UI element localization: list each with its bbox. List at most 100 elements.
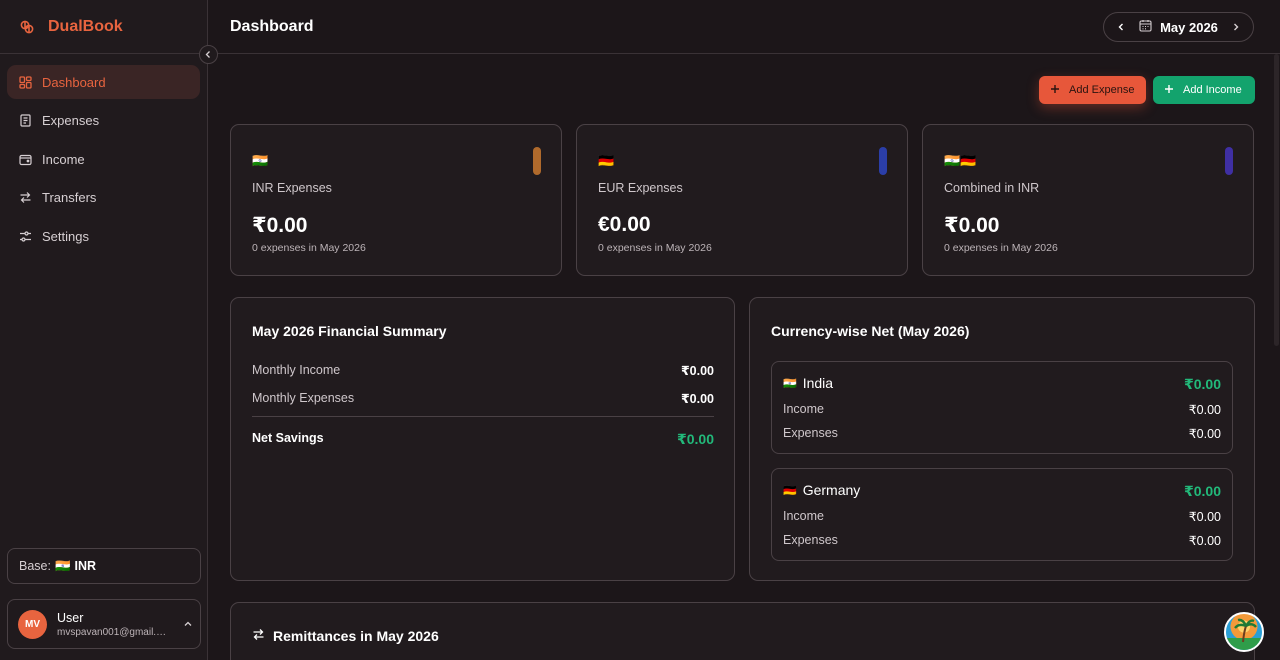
summary-row-net-savings: Net Savings ₹0.00 (252, 431, 714, 448)
summary-label: Net Savings (252, 431, 324, 445)
country-row-value: ₹0.00 (1188, 403, 1221, 417)
summary-divider (252, 416, 714, 417)
user-email: mvspavan001@gmail.com (57, 626, 169, 638)
logo-icon (18, 18, 36, 36)
chevron-up-icon (183, 617, 193, 632)
country-row-label: Expenses (783, 533, 838, 547)
summary-row-income: Monthly Income ₹0.00 (252, 363, 714, 378)
stat-value: €0.00 (598, 213, 651, 236)
chevron-left-icon[interactable] (1116, 20, 1126, 35)
add-expense-label: Add Expense (1069, 84, 1135, 96)
sidebar-item-expenses[interactable]: Expenses (7, 104, 200, 138)
country-net: ₹0.00 (1184, 376, 1221, 392)
stat-card-eur-expenses: 🇩🇪 EUR Expenses €0.00 0 expenses in May … (576, 124, 908, 276)
country-row-income: Income ₹0.00 (783, 509, 1221, 524)
summary-value: ₹0.00 (680, 392, 714, 406)
add-income-label: Add Income (1183, 84, 1242, 96)
stat-card-combined-inr: 🇮🇳🇩🇪 Combined in INR ₹0.00 0 expenses in… (922, 124, 1254, 276)
stat-value: ₹0.00 (944, 214, 1000, 237)
country-flag: 🇮🇳 (783, 377, 797, 390)
country-header: 🇮🇳 India (783, 375, 833, 391)
stat-accent-bar (879, 147, 887, 175)
country-name: India (802, 375, 834, 391)
floating-assistant-button[interactable] (1224, 612, 1264, 652)
calendar-icon (1139, 19, 1152, 35)
plus-icon (1050, 84, 1060, 97)
scroll-thumb[interactable] (1274, 54, 1279, 346)
currency-net-title: Currency-wise Net (May 2026) (771, 323, 970, 339)
stat-subtitle: 0 expenses in May 2026 (944, 242, 1058, 254)
user-info: User mvspavan001@gmail.com (57, 611, 169, 638)
remittances-title: Remittances in May 2026 (273, 628, 439, 644)
sidebar: DualBook Dashboard Expenses Income Trans… (0, 0, 208, 660)
collapse-sidebar-button[interactable] (199, 45, 218, 64)
month-picker: May 2026 (1103, 12, 1254, 42)
country-net: ₹0.00 (1184, 483, 1221, 499)
country-flag: 🇩🇪 (783, 484, 797, 497)
base-flag: 🇮🇳 (54, 558, 71, 573)
transfer-icon (252, 628, 265, 644)
sidebar-item-label: Transfers (42, 190, 97, 205)
top-header: Dashboard May 2026 (209, 0, 1280, 54)
add-expense-button[interactable]: Add Expense (1039, 76, 1146, 104)
country-row-value: ₹0.00 (1188, 510, 1221, 524)
country-box-india: 🇮🇳 India ₹0.00 Income ₹0.00 Expenses ₹0.… (771, 361, 1233, 454)
sidebar-item-dashboard[interactable]: Dashboard (7, 65, 200, 99)
currency-net-card: Currency-wise Net (May 2026) 🇮🇳 India ₹0… (749, 297, 1255, 581)
plus-icon (1164, 84, 1174, 97)
stat-label: EUR Expenses (598, 181, 683, 195)
stat-flag: 🇮🇳 (252, 153, 269, 168)
transfer-icon (18, 191, 32, 205)
country-row-label: Income (783, 509, 824, 523)
sidebar-item-income[interactable]: Income (7, 142, 200, 176)
country-row-label: Income (783, 402, 824, 416)
dashboard-icon (18, 75, 32, 89)
page-title: Dashboard (230, 17, 314, 35)
financial-summary-card: May 2026 Financial Summary Monthly Incom… (230, 297, 735, 581)
country-box-germany: 🇩🇪 Germany ₹0.00 Income ₹0.00 Expenses ₹… (771, 468, 1233, 561)
stat-accent-bar (533, 147, 541, 175)
country-row-expenses: Expenses ₹0.00 (783, 426, 1221, 441)
summary-row-expenses: Monthly Expenses ₹0.00 (252, 391, 714, 406)
stat-value: ₹0.00 (252, 214, 308, 237)
country-row-value: ₹0.00 (1188, 427, 1221, 441)
summary-value: ₹0.00 (677, 431, 714, 447)
sidebar-item-label: Expenses (42, 113, 100, 128)
stat-subtitle: 0 expenses in May 2026 (598, 242, 712, 254)
sidebar-item-settings[interactable]: Settings (7, 219, 200, 253)
month-label: May 2026 (1160, 19, 1218, 35)
brand[interactable]: DualBook (0, 0, 207, 54)
avatar: MV (18, 609, 47, 639)
country-header: 🇩🇪 Germany (783, 482, 860, 498)
receipt-icon (18, 114, 32, 128)
country-row-value: ₹0.00 (1188, 534, 1221, 548)
sliders-icon (18, 229, 32, 243)
stat-label: INR Expenses (252, 181, 332, 195)
summary-title: May 2026 Financial Summary (252, 323, 447, 339)
sidebar-item-label: Settings (42, 228, 89, 244)
user-name: User (57, 610, 84, 625)
country-name: Germany (802, 482, 861, 498)
country-row-expenses: Expenses ₹0.00 (783, 533, 1221, 548)
stat-flag: 🇮🇳🇩🇪 (944, 153, 977, 168)
stat-subtitle: 0 expenses in May 2026 (252, 242, 366, 254)
remittances-header: Remittances in May 2026 (252, 628, 439, 644)
base-currency-selector[interactable]: Base: 🇮🇳 INR (7, 548, 201, 584)
add-income-button[interactable]: Add Income (1153, 76, 1255, 104)
summary-value: ₹0.00 (680, 364, 714, 378)
month-display[interactable]: May 2026 (1139, 19, 1218, 35)
scrollbar[interactable] (1272, 54, 1280, 346)
stat-flag: 🇩🇪 (598, 153, 615, 168)
country-row-income: Income ₹0.00 (783, 402, 1221, 417)
wallet-icon (18, 152, 32, 166)
summary-label: Monthly Income (252, 363, 341, 377)
user-menu[interactable]: MV User mvspavan001@gmail.com (7, 599, 201, 649)
sidebar-item-label: Income (42, 151, 85, 167)
sidebar-nav: Dashboard Expenses Income Transfers Sett… (0, 54, 207, 253)
sidebar-item-transfers[interactable]: Transfers (7, 181, 200, 215)
remittances-card: Remittances in May 2026 (230, 602, 1255, 660)
chevron-right-icon[interactable] (1231, 20, 1241, 35)
stat-accent-bar (1225, 147, 1233, 175)
stat-card-inr-expenses: 🇮🇳 INR Expenses ₹0.00 0 expenses in May … (230, 124, 562, 276)
country-row-label: Expenses (783, 426, 838, 440)
